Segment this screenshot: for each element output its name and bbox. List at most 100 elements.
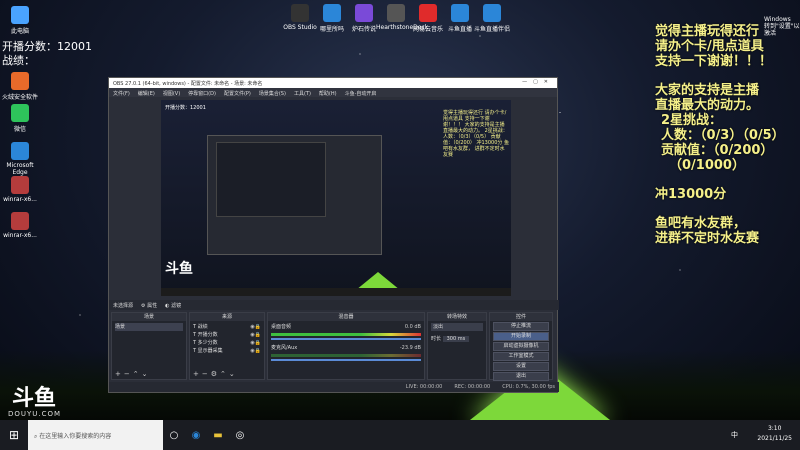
obs-title: OBS 27.0.1 (64-bit, windows) - 配置文件: 未命名… — [113, 81, 263, 87]
desktop-icon[interactable]: 斗鱼直播伴侣 — [472, 4, 512, 33]
app-icon — [11, 6, 29, 24]
app-icon — [451, 4, 469, 22]
menu-item[interactable]: 文件(F) — [113, 90, 130, 97]
notice-line: 觉得主播玩得还行 — [655, 24, 760, 39]
window-controls[interactable]: —▢✕ — [522, 79, 554, 85]
app-icon — [323, 4, 341, 22]
desktop-icon[interactable]: winrar-x6... — [0, 212, 40, 239]
source-item[interactable]: T 战绩 ◉🔒 — [193, 323, 261, 331]
properties-label: 属性 — [147, 303, 158, 309]
notice-line: 鱼吧有水友群， — [655, 216, 747, 231]
desktop-audio-label: 桌面音频 — [271, 324, 292, 330]
app-icon — [387, 4, 405, 22]
live-time: LIVE: 00:00:00 — [405, 384, 443, 390]
app-icon — [11, 142, 29, 160]
control-button[interactable]: 设置 — [493, 362, 549, 371]
desktop-icon-label: Microsoft Edge — [6, 162, 34, 176]
system-tray-clock[interactable]: 3:10 2021/11/25 — [757, 424, 792, 444]
windows-start-icon[interactable]: ⊞ — [0, 420, 28, 450]
scenes-title: 场景 — [112, 313, 186, 321]
obs-status-bar: LIVE: 00:00:00 REC: 00:00:00 CPU: 0.7%, … — [109, 382, 559, 392]
obs-docks: 场景 场景 +−⌃⌄ 来源 T 战绩 ◉🔒 T 开播分数 ◉🔒 T 多少分数 ◉🔒 T 显示… — [109, 312, 559, 381]
obs-window[interactable]: OBS 27.0.1 (64-bit, windows) - 配置文件: 未命名… — [108, 77, 559, 393]
scenes-dock: 场景 场景 +−⌃⌄ — [111, 312, 187, 380]
menu-item[interactable]: 场景集合(S) — [259, 90, 286, 97]
visibility-eye-icon[interactable]: ◉🔒 — [250, 331, 261, 339]
desktop-icon[interactable]: Microsoft Edge — [0, 142, 40, 176]
cpu-fps: CPU: 0.7%, 30.00 fps — [502, 384, 555, 390]
obs-preview[interactable]: 开播分数：12001 觉得主播玩得还行 请办个卡/甩点道具 支持一下谢谢！！！ … — [161, 100, 511, 296]
menu-item[interactable]: 视图(V) — [163, 90, 180, 97]
source-label: 战绩 — [197, 324, 208, 330]
menu-item[interactable]: 编辑(E) — [138, 90, 155, 97]
control-button[interactable]: 退出 — [493, 372, 549, 381]
no-source-label: 未选择源 — [113, 303, 134, 309]
task-view-icon[interactable]: ○ — [163, 420, 185, 450]
start-score: 开播分数：12001 — [2, 40, 92, 53]
obs-icon[interactable]: ◎ — [229, 420, 251, 450]
menu-item[interactable]: 斗鱼-自动开启 — [345, 90, 377, 97]
control-button[interactable]: 启动虚拟摄像机 — [493, 342, 549, 351]
visibility-eye-icon[interactable]: ◉🔒 — [250, 323, 261, 331]
desktop-icon-label: winrar-x6... — [3, 232, 37, 239]
desktop-audio-meter — [271, 333, 421, 336]
control-button[interactable]: 工作室模式 — [493, 352, 549, 361]
douyu-site: DOUYU.COM — [8, 410, 62, 418]
filters-button[interactable]: ◐ 滤镜 — [165, 302, 181, 309]
ime-indicator[interactable]: 中 — [731, 430, 738, 440]
transitions-dock: 转场特效 淡出 时长 300 ms — [427, 312, 487, 380]
mic-fader[interactable] — [271, 359, 421, 361]
app-icon — [11, 176, 29, 194]
transitions-title: 转场特效 — [428, 313, 486, 321]
scene-controls[interactable]: +−⌃⌄ — [115, 370, 150, 378]
app-icon — [483, 4, 501, 22]
scene-item[interactable]: 场景 — [115, 323, 183, 331]
control-button[interactable]: 开始录制 — [493, 332, 549, 341]
edge-icon[interactable]: ◉ — [185, 420, 207, 450]
desktop-icon-label: 火绒安全软件 — [1, 94, 38, 101]
notice-line: 2星挑战： — [661, 113, 723, 128]
app-icon — [11, 104, 29, 122]
source-item[interactable]: T 显示器采集 ◉🔒 — [193, 347, 261, 355]
visibility-eye-icon[interactable]: ◉🔒 — [250, 339, 261, 347]
search-placeholder: 在这里输入你要搜索的内容 — [39, 433, 112, 440]
taskbar-search[interactable]: ⌕ 在这里输入你要搜索的内容 — [28, 420, 163, 450]
source-label: 开播分数 — [197, 332, 218, 338]
mixer-title: 混音器 — [268, 313, 424, 321]
notice-line: 贡献值：（0/200） — [661, 143, 774, 158]
explorer-icon[interactable]: ▬ — [207, 420, 229, 450]
transition-select[interactable]: 淡出 — [431, 323, 483, 331]
source-item[interactable]: T 开播分数 ◉🔒 — [193, 331, 261, 339]
mic-db: -23.9 dB — [399, 345, 421, 351]
desktop-icon-label: 斗鱼直播伴侣 — [473, 26, 510, 33]
source-controls[interactable]: +−⚙⌃⌄ — [193, 370, 238, 378]
visibility-eye-icon[interactable]: ◉🔒 — [250, 347, 261, 355]
menu-item[interactable]: 配置文件(P) — [224, 90, 251, 97]
control-button[interactable]: 停止推流 — [493, 322, 549, 331]
source-item[interactable]: T 多少分数 ◉🔒 — [193, 339, 261, 347]
desktop-icon[interactable]: 此电脑 — [0, 6, 40, 35]
streamer-notice-overlay: 觉得主播玩得还行 请办个卡/甩点道具 支持一下谢谢！！！ 大家的支持是主播 直播… — [655, 24, 800, 246]
obs-menu-bar[interactable]: 文件(F) 编辑(E) 视图(V) 停靠窗口(D) 配置文件(P) 场景集合(S) 工具(T… — [109, 88, 557, 97]
desktop-icon-label: 此电脑 — [10, 28, 29, 35]
menu-item[interactable]: 停靠窗口(D) — [188, 90, 216, 97]
douyu-logo: 斗鱼 — [11, 386, 56, 411]
obs-title-bar[interactable]: OBS 27.0.1 (64-bit, windows) - 配置文件: 未命名… — [109, 78, 557, 88]
desktop-icon[interactable]: 火绒安全软件 — [0, 72, 40, 101]
duration-label: 时长 — [431, 336, 442, 342]
desktop-icon[interactable]: 微信 — [0, 104, 40, 133]
desktop-icon[interactable]: winrar-x6... — [0, 176, 40, 203]
source-label: 多少分数 — [197, 340, 218, 346]
properties-button[interactable]: ⚙ 属性 — [141, 302, 158, 309]
desktop-audio-fader[interactable] — [271, 338, 421, 340]
menu-item[interactable]: 工具(T) — [294, 90, 311, 97]
battle-record: 战绩： — [2, 54, 35, 67]
notice-line: 直播最大的动力。 — [655, 98, 760, 113]
app-icon — [291, 4, 309, 22]
watermark-line1: Windows — [764, 16, 791, 23]
menu-item[interactable]: 帮助(H) — [319, 90, 337, 97]
preview-score: 开播分数：12001 — [165, 105, 206, 111]
sources-title: 来源 — [190, 313, 264, 321]
duration-input[interactable]: 300 ms — [442, 336, 470, 342]
notice-line: （0/1000） — [669, 158, 745, 173]
